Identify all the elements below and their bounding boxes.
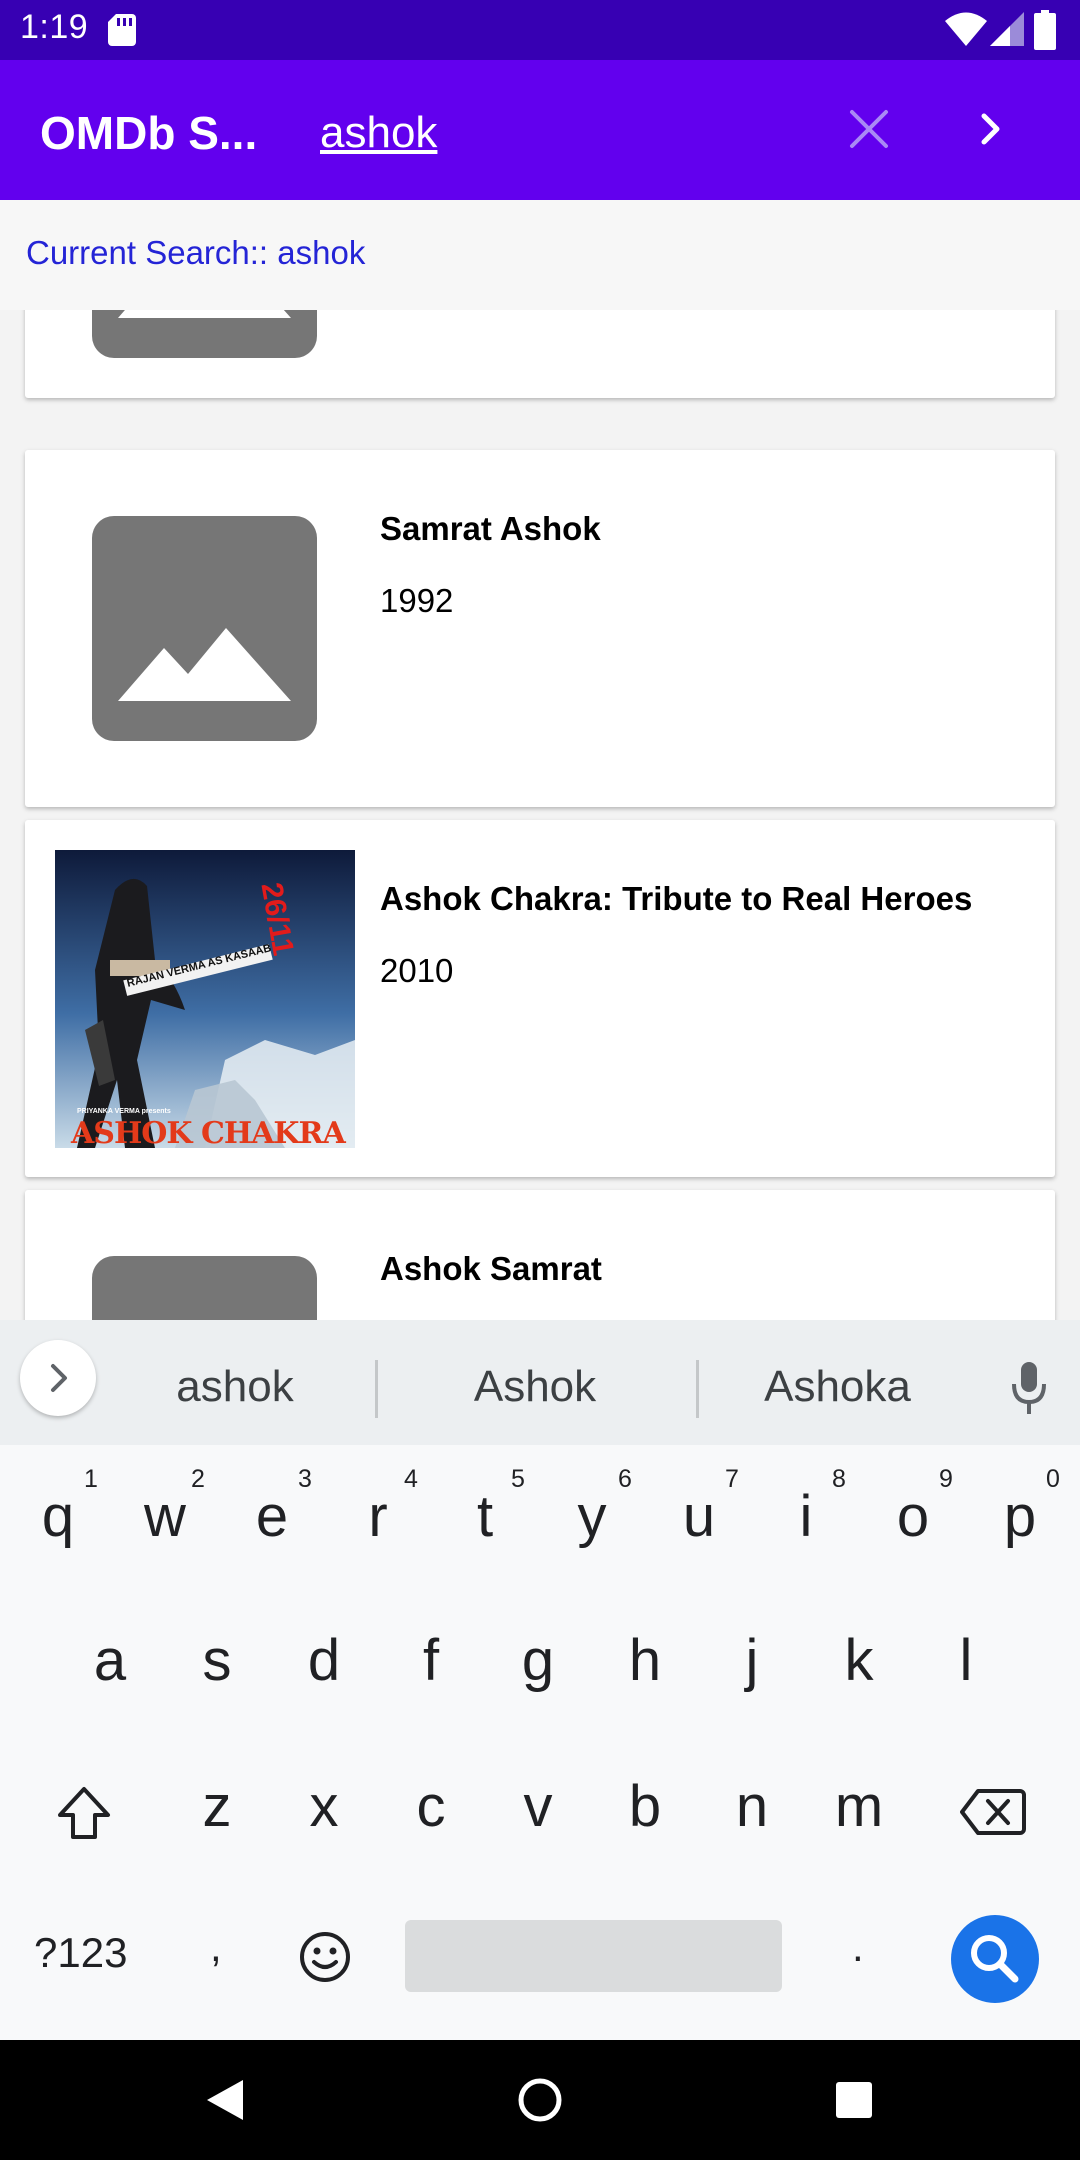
key-hint: 9 [939, 1465, 953, 1493]
search-icon [971, 1935, 1019, 1983]
key-j[interactable]: j [707, 1627, 797, 1694]
placeholder-image-icon [92, 310, 317, 358]
app-bar: OMDb S... ashok [0, 60, 1080, 200]
key-k[interactable]: k [814, 1627, 904, 1694]
key-l[interactable]: l [921, 1627, 1011, 1694]
result-card[interactable]: Samrat Ashok 1992 [25, 450, 1055, 807]
result-year: 2010 [380, 952, 454, 989]
key-n[interactable]: n [707, 1773, 797, 1840]
spacebar[interactable] [405, 1920, 782, 1992]
suggestion-item[interactable]: ashok [140, 1362, 330, 1412]
key-hint: 0 [1046, 1465, 1060, 1493]
home-icon[interactable] [515, 2075, 565, 2125]
result-title: Samrat Ashok [380, 510, 601, 547]
key-d[interactable]: d [279, 1627, 369, 1694]
result-year: 1992 [380, 582, 454, 619]
key-hint: 3 [298, 1465, 312, 1493]
result-title: Ashok Chakra: Tribute to Real Heroes [380, 880, 973, 917]
sd-card-icon [108, 14, 136, 46]
key-a[interactable]: a [65, 1627, 155, 1694]
key-m[interactable]: m [814, 1773, 904, 1840]
key-g[interactable]: g [493, 1627, 583, 1694]
symbols-key[interactable]: ?123 [34, 1929, 127, 1977]
key-x[interactable]: x [279, 1773, 369, 1840]
chevron-right-icon[interactable] [970, 106, 1010, 152]
poster-headline: ASHOK CHAKRA [71, 1116, 346, 1148]
close-icon[interactable] [848, 108, 890, 150]
suggestion-divider [696, 1360, 699, 1418]
key-hint: 1 [84, 1465, 98, 1493]
current-search-bar: Current Search:: ashok [0, 200, 1080, 310]
result-title: Ashok Samrat [380, 1250, 602, 1287]
period-key[interactable]: . [852, 1923, 864, 1971]
result-card[interactable]: Ashok Samrat [25, 1190, 1055, 1320]
battery-icon [1034, 10, 1056, 50]
keyboard-suggestion-bar: ashok Ashok Ashoka [0, 1320, 1080, 1445]
suggestion-item[interactable]: Ashok [440, 1362, 630, 1412]
search-input[interactable]: ashok [320, 108, 437, 158]
poster-presenter: PRIYANKA VERMA presents [77, 1108, 171, 1115]
comma-key[interactable]: , [210, 1923, 222, 1971]
microphone-icon[interactable] [1010, 1360, 1048, 1416]
movie-poster: RAJAN VERMA AS KASAAB 26/11 PRIYANKA VER… [55, 850, 355, 1148]
placeholder-image-icon [92, 1256, 317, 1320]
key-hint: 6 [618, 1465, 632, 1493]
key-hint: 5 [511, 1465, 525, 1493]
key-h[interactable]: h [600, 1627, 690, 1694]
key-v[interactable]: v [493, 1773, 583, 1840]
suggestion-item[interactable]: Ashoka [740, 1362, 935, 1412]
placeholder-image-icon [92, 516, 317, 741]
key-hint: 4 [404, 1465, 418, 1493]
keyboard-search-button[interactable] [951, 1915, 1039, 2003]
keyboard: q w e r t y u i o p 1 2 3 4 5 6 7 8 9 0 … [0, 1445, 1080, 2040]
key-b[interactable]: b [600, 1773, 690, 1840]
backspace-icon[interactable] [960, 1787, 1026, 1837]
signal-icon [990, 12, 1024, 46]
status-bar: 1:19 [0, 0, 1080, 60]
key-z[interactable]: z [172, 1773, 262, 1840]
app-title: OMDb S... [40, 107, 258, 159]
suggestion-divider [375, 1360, 378, 1418]
wifi-icon [945, 12, 987, 46]
key-hint: 7 [725, 1465, 739, 1493]
back-icon[interactable] [205, 2078, 245, 2122]
result-card[interactable] [25, 310, 1055, 398]
navigation-bar [0, 2040, 1080, 2160]
key-f[interactable]: f [386, 1627, 476, 1694]
results-list[interactable]: Samrat Ashok 1992 RAJAN VERMA AS KASAAB … [0, 310, 1080, 1320]
chevron-right-icon [51, 1364, 67, 1392]
keyboard-expand-button[interactable] [20, 1340, 96, 1416]
shift-icon[interactable] [54, 1783, 114, 1843]
status-time: 1:19 [20, 8, 89, 46]
result-card[interactable]: RAJAN VERMA AS KASAAB 26/11 PRIYANKA VER… [25, 820, 1055, 1177]
current-search-label: Current Search:: ashok [26, 234, 366, 271]
key-hint: 2 [191, 1465, 205, 1493]
key-hint: 8 [832, 1465, 846, 1493]
key-c[interactable]: c [386, 1773, 476, 1840]
emoji-icon[interactable] [298, 1930, 352, 1984]
key-s[interactable]: s [172, 1627, 262, 1694]
recents-icon[interactable] [834, 2080, 874, 2120]
